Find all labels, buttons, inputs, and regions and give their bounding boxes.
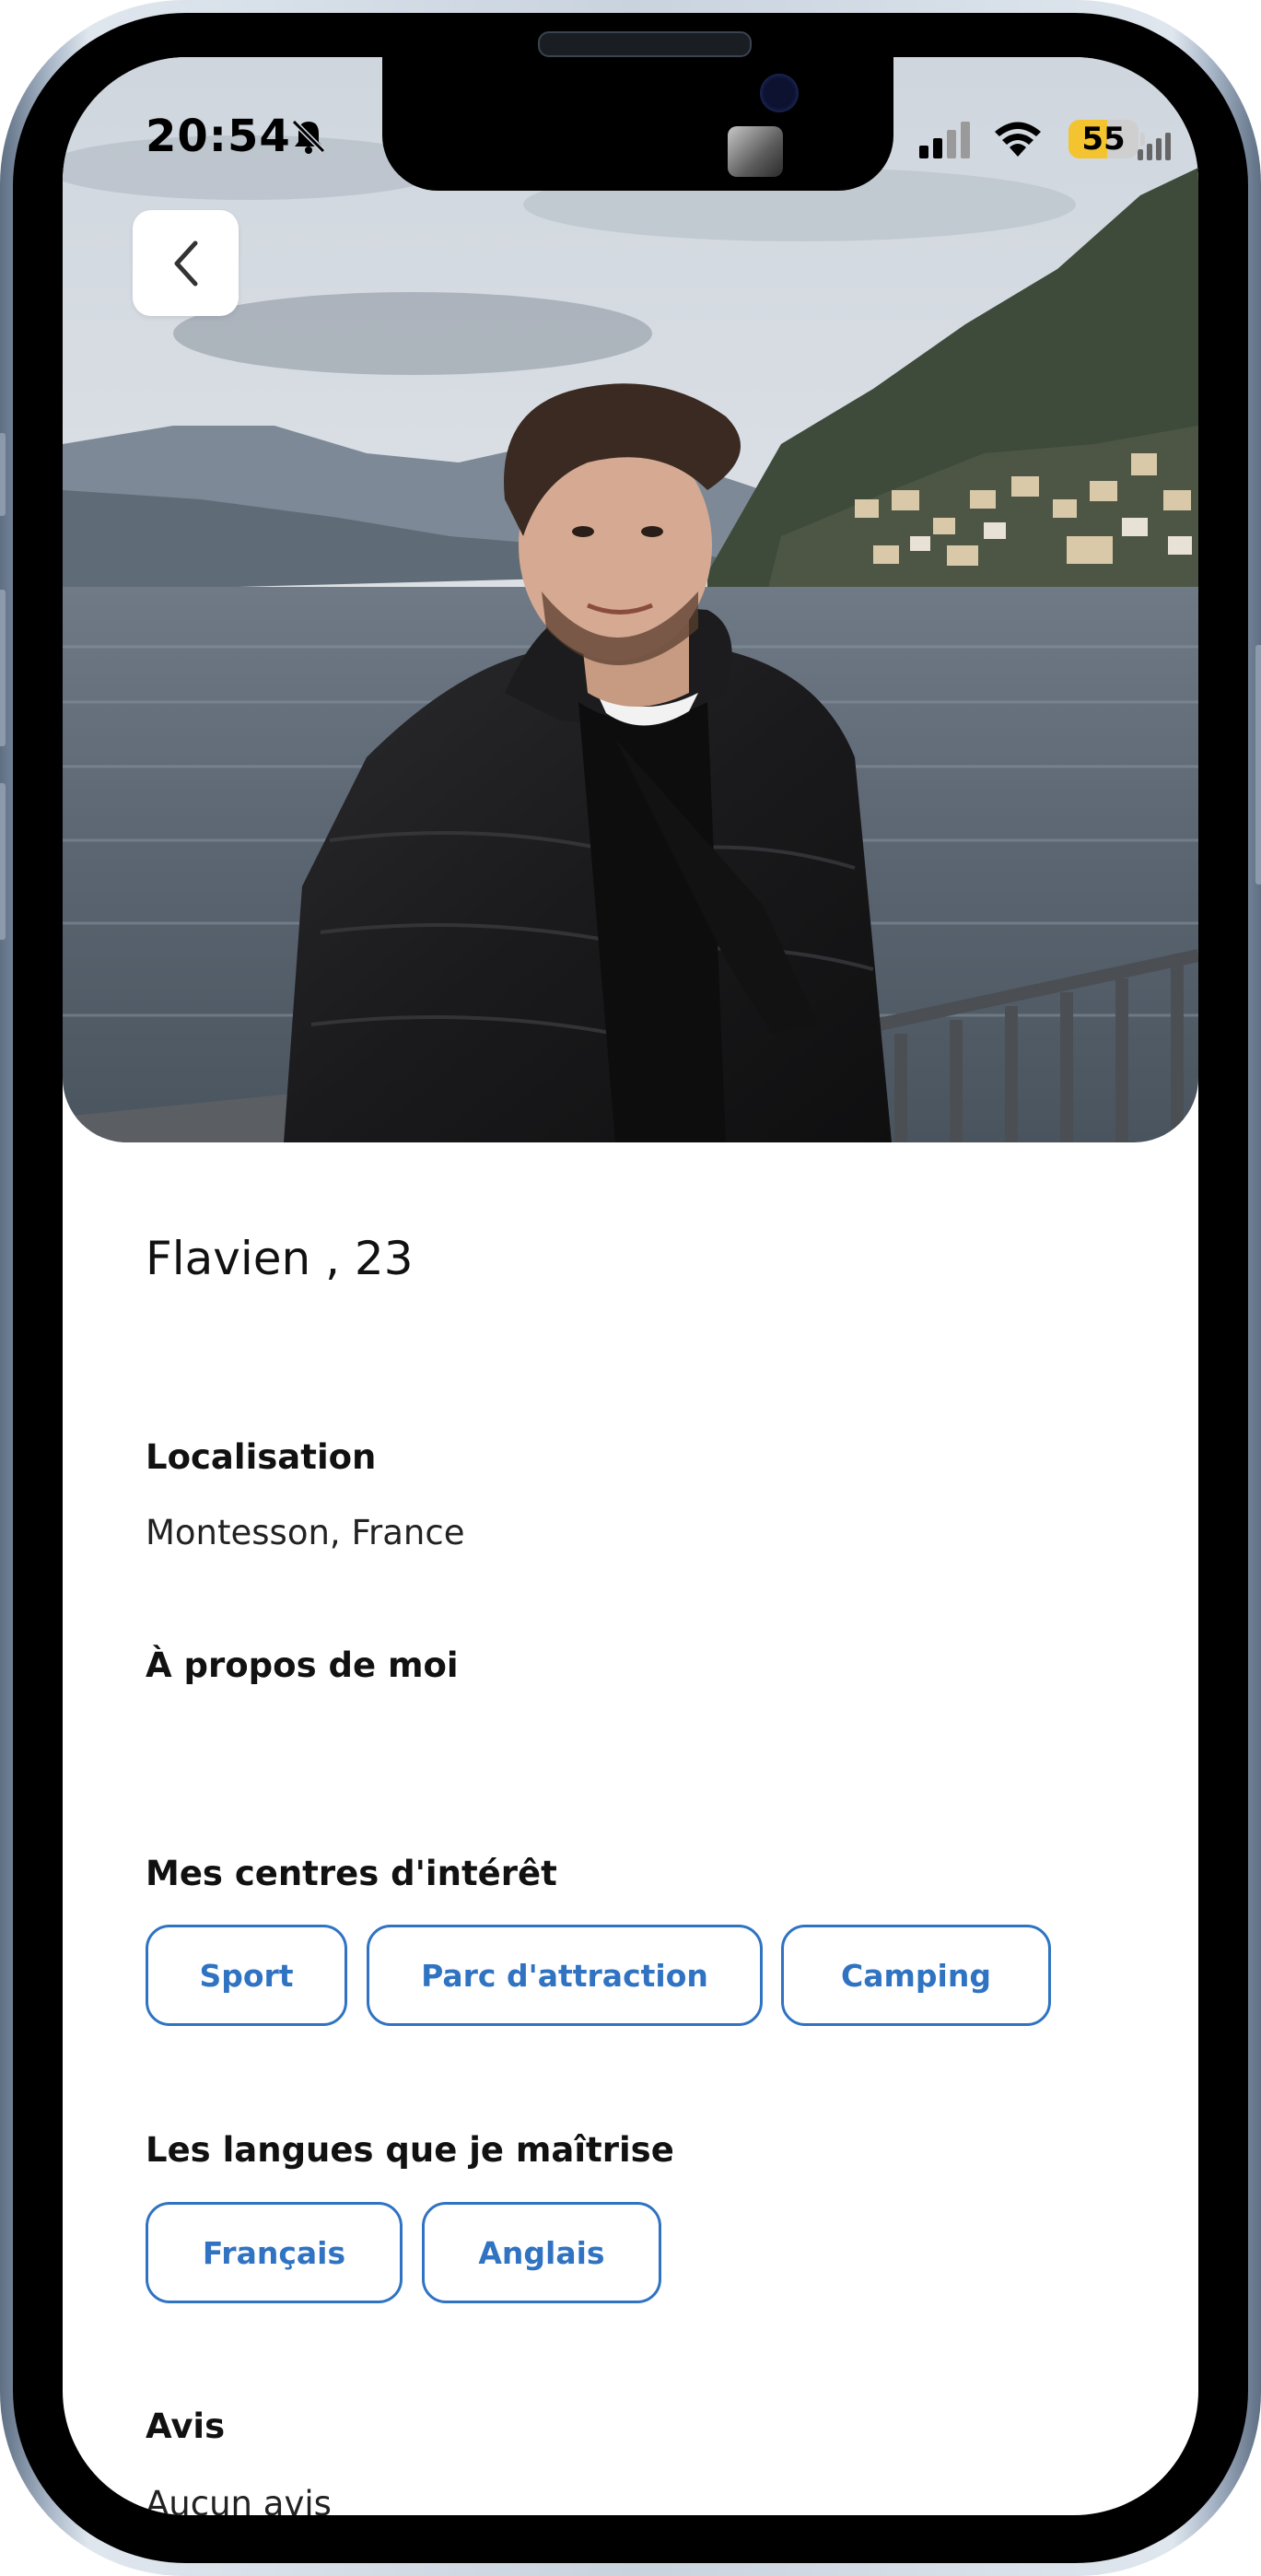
volume-up-button — [0, 590, 6, 746]
status-time: 20:54 — [146, 111, 291, 162]
back-button[interactable] — [133, 210, 239, 316]
volume-down-button — [0, 783, 6, 940]
languages-heading: Les langues que je maîtrise — [146, 2130, 674, 2170]
battery-level: 55 — [1081, 121, 1126, 158]
cellular-signal-icon — [919, 122, 970, 158]
interest-chip-camping[interactable]: Camping — [781, 1925, 1051, 2026]
power-button — [1255, 645, 1261, 884]
battery-icon: 55 — [1068, 120, 1145, 158]
language-chip-francais[interactable]: Français — [146, 2202, 403, 2303]
location-heading: Localisation — [146, 1437, 377, 1477]
interests-heading: Mes centres d'intérêt — [146, 1854, 557, 1893]
dynamic-island — [382, 57, 1171, 191]
wifi-icon — [995, 122, 1041, 157]
chevron-left-icon — [174, 240, 197, 286]
front-camera — [760, 74, 799, 112]
language-chip-anglais[interactable]: Anglais — [422, 2202, 661, 2303]
reviews-value: Aucun avis — [146, 2484, 332, 2515]
about-heading: À propos de moi — [146, 1645, 459, 1685]
profile-name-age: Flavien , 23 — [146, 1232, 414, 1285]
now-playing-thumbnail[interactable] — [728, 126, 783, 177]
reviews-heading: Avis — [146, 2406, 226, 2446]
interest-chip-sport[interactable]: Sport — [146, 1925, 347, 2026]
earpiece-speaker — [538, 31, 752, 57]
bell-slash-icon — [291, 119, 326, 154]
interest-chip-parc-attraction[interactable]: Parc d'attraction — [367, 1925, 763, 2026]
location-value: Montesson, France — [146, 1513, 465, 1552]
mute-switch — [0, 433, 6, 516]
screen: 20:54 55 Flavien , 23 Localisation Monte… — [63, 57, 1198, 2515]
phone-frame: 20:54 55 Flavien , 23 Localisation Monte… — [0, 0, 1261, 2576]
status-bar: 20:54 55 — [63, 57, 1198, 191]
